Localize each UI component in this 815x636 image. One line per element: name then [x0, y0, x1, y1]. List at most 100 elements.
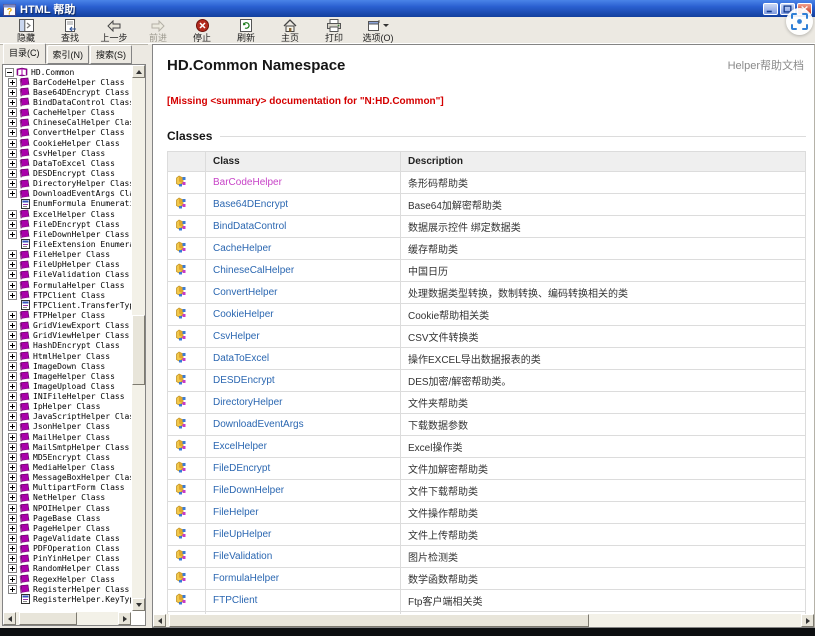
tree-item-class[interactable]: HashDEncrypt Class — [5, 341, 131, 351]
toolbar-button-hide[interactable]: 隐藏 — [4, 18, 48, 43]
scroll-left-button[interactable] — [153, 614, 166, 627]
content-hscrollbar-thumb[interactable] — [169, 614, 589, 627]
tree-item-class[interactable]: ExcelHelper Class — [5, 209, 131, 219]
tree-scrollbar-thumb[interactable] — [132, 315, 145, 385]
tree-item-class[interactable]: NPOIHelper Class — [5, 503, 131, 513]
expand-icon[interactable] — [8, 210, 17, 219]
toolbar-button-locate[interactable]: 查找 — [48, 18, 92, 43]
expand-icon[interactable] — [8, 443, 17, 452]
expand-icon[interactable] — [8, 78, 17, 87]
class-link[interactable]: ConvertHelper — [213, 287, 277, 298]
tree-item-class[interactable]: CacheHelper Class — [5, 108, 131, 118]
expand-icon[interactable] — [8, 260, 17, 269]
tree-item-enum[interactable]: EnumFormula Enumeration — [5, 199, 131, 209]
tree-item-class[interactable]: FileValidation Class — [5, 270, 131, 280]
class-link[interactable]: DownloadEventArgs — [213, 419, 304, 430]
tree-item-class[interactable]: MediaHelper Class — [5, 462, 131, 472]
expand-icon[interactable] — [8, 544, 17, 553]
tree-item-class[interactable]: FileDEncrypt Class — [5, 219, 131, 229]
expand-icon[interactable] — [8, 98, 17, 107]
expand-icon[interactable] — [8, 493, 17, 502]
tree-item-class[interactable]: INIFileHelper Class — [5, 392, 131, 402]
tree-item-class[interactable]: PDFOperation Class — [5, 544, 131, 554]
toolbar-button-refresh[interactable]: 刷新 — [224, 18, 268, 43]
tree-item-class[interactable]: MD5Encrypt Class — [5, 452, 131, 462]
tree-item-class[interactable]: FTPClient Class — [5, 290, 131, 300]
tree-item-class[interactable]: MailSmtpHelper Class — [5, 442, 131, 452]
class-link[interactable]: ExcelHelper — [213, 441, 267, 452]
tree-item-enum[interactable]: FileExtension Enumeration — [5, 239, 131, 249]
class-link[interactable]: FileHelper — [213, 507, 259, 518]
expand-icon[interactable] — [8, 575, 17, 584]
tree-item-class[interactable]: FormulaHelper Class — [5, 280, 131, 290]
tree-item-class[interactable]: BarCodeHelper Class — [5, 77, 131, 87]
toolbar-button-stop[interactable]: 停止 — [180, 18, 224, 43]
expand-icon[interactable] — [8, 412, 17, 421]
expand-icon[interactable] — [8, 179, 17, 188]
minimize-button[interactable] — [763, 3, 778, 15]
expand-icon[interactable] — [8, 483, 17, 492]
tree-item-class[interactable]: FileDownHelper Class — [5, 229, 131, 239]
toolbar-button-home[interactable]: 主页 — [268, 18, 312, 43]
tree-item-class[interactable]: FileHelper Class — [5, 250, 131, 260]
tree-item-class[interactable]: GridViewExport Class — [5, 321, 131, 331]
expand-icon[interactable] — [8, 108, 17, 117]
class-link[interactable]: DESDEncrypt — [213, 375, 275, 386]
toolbar-button-back[interactable]: 上一步 — [92, 18, 136, 43]
scroll-up-button[interactable] — [132, 65, 145, 78]
expand-icon[interactable] — [8, 149, 17, 158]
scroll-down-button[interactable] — [132, 598, 145, 611]
expand-icon[interactable] — [8, 564, 17, 573]
tree-item-class[interactable]: NetHelper Class — [5, 493, 131, 503]
expand-icon[interactable] — [8, 534, 17, 543]
tree-item-class[interactable]: DownloadEventArgs Class — [5, 189, 131, 199]
expand-icon[interactable] — [8, 341, 17, 350]
tree-item-class[interactable]: GridViewHelper Class — [5, 331, 131, 341]
expand-icon[interactable] — [8, 402, 17, 411]
expand-icon[interactable] — [8, 159, 17, 168]
toolbar-button-print[interactable]: 打印 — [312, 18, 356, 43]
scroll-left-button[interactable] — [3, 612, 16, 625]
class-link[interactable]: BarCodeHelper — [213, 177, 282, 188]
class-link[interactable]: ChineseCalHelper — [213, 265, 294, 276]
class-link[interactable]: DirectoryHelper — [213, 397, 282, 408]
nav-tab-n[interactable]: 索引(N) — [47, 45, 90, 64]
expand-icon[interactable] — [8, 118, 17, 127]
collapse-icon[interactable] — [5, 68, 14, 77]
expand-icon[interactable] — [8, 169, 17, 178]
expand-icon[interactable] — [8, 463, 17, 472]
tree-item-class[interactable]: JsonHelper Class — [5, 422, 131, 432]
tree-item-class[interactable]: PageValidate Class — [5, 533, 131, 543]
class-link[interactable]: FileDEncrypt — [213, 463, 270, 474]
expand-icon[interactable] — [8, 554, 17, 563]
tree-item-enum[interactable]: RegisterHelper.KeyType Enumeration — [5, 594, 131, 604]
tree-root-item[interactable]: HD.Common — [5, 67, 131, 77]
tree-item-class[interactable]: ImageUpload Class — [5, 381, 131, 391]
tree-vertical-scrollbar[interactable] — [132, 65, 145, 611]
expand-icon[interactable] — [8, 230, 17, 239]
tree-item-class[interactable]: Base64DEncrypt Class — [5, 87, 131, 97]
class-link[interactable]: FormulaHelper — [213, 573, 279, 584]
tree-item-class[interactable]: ConvertHelper Class — [5, 128, 131, 138]
expand-icon[interactable] — [8, 321, 17, 330]
tree-item-class[interactable]: RegexHelper Class — [5, 574, 131, 584]
expand-icon[interactable] — [8, 128, 17, 137]
class-link[interactable]: DataToExcel — [213, 353, 269, 364]
expand-icon[interactable] — [8, 372, 17, 381]
class-link[interactable]: CacheHelper — [213, 243, 271, 254]
expand-icon[interactable] — [8, 189, 17, 198]
scroll-right-button[interactable] — [118, 612, 131, 625]
expand-icon[interactable] — [8, 422, 17, 431]
expand-icon[interactable] — [8, 139, 17, 148]
class-link[interactable]: FileUpHelper — [213, 529, 271, 540]
expand-icon[interactable] — [8, 382, 17, 391]
tree-item-class[interactable]: PinYinHelper Class — [5, 554, 131, 564]
expand-icon[interactable] — [8, 291, 17, 300]
tree-item-class[interactable]: RegisterHelper Class — [5, 584, 131, 594]
scroll-right-button[interactable] — [801, 614, 814, 627]
expand-icon[interactable] — [8, 524, 17, 533]
expand-icon[interactable] — [8, 88, 17, 97]
expand-icon[interactable] — [8, 453, 17, 462]
expand-icon[interactable] — [8, 433, 17, 442]
tree-hscrollbar-thumb[interactable] — [19, 612, 77, 625]
